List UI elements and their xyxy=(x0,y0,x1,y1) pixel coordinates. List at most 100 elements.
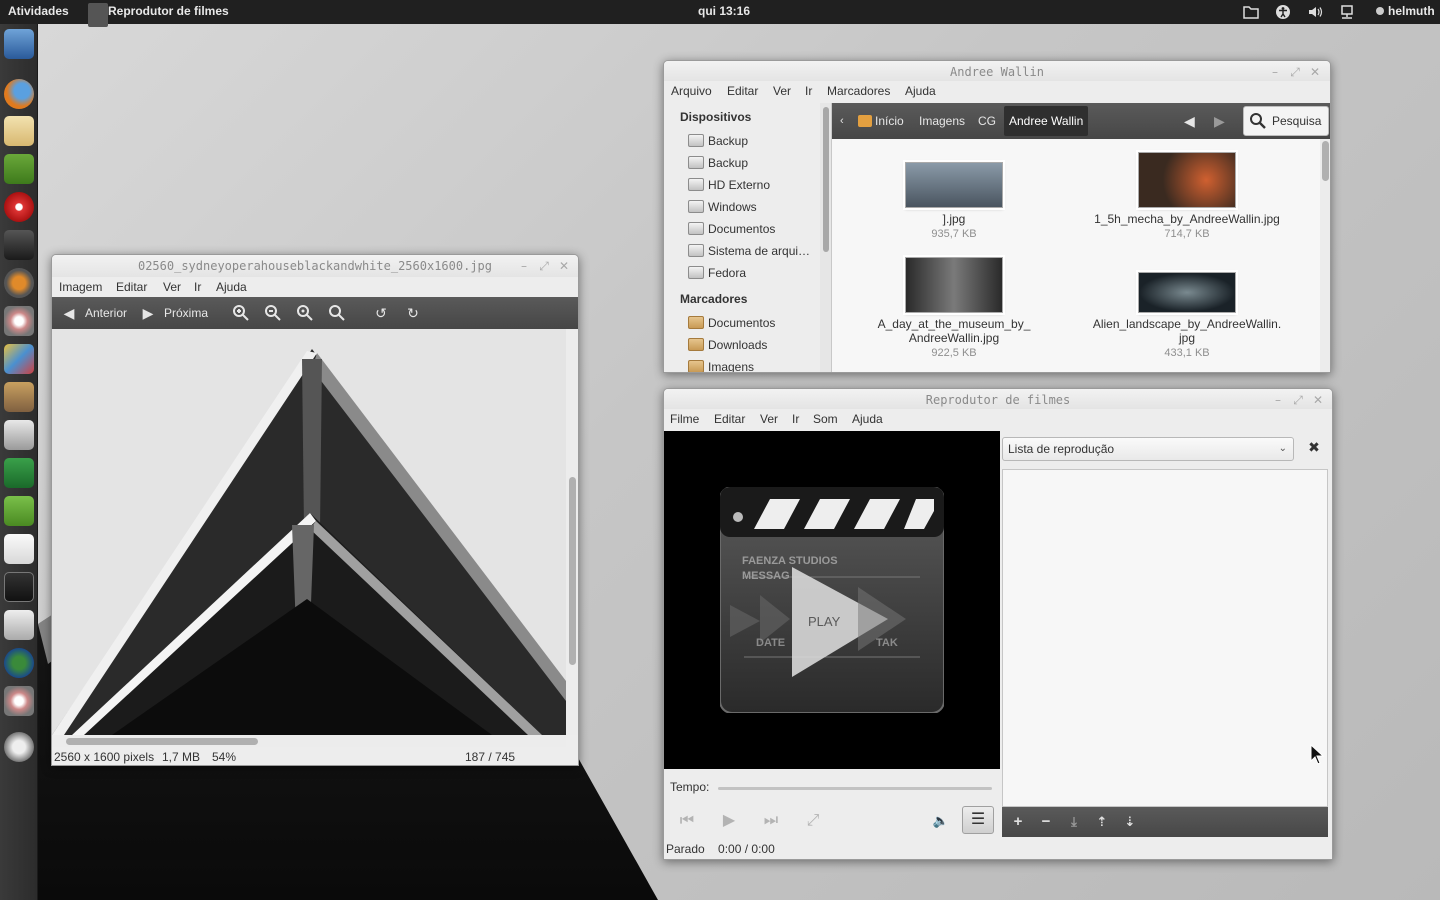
menu-som[interactable]: Som xyxy=(813,409,838,429)
menu-ir[interactable]: Ir xyxy=(194,277,201,297)
menu-ajuda[interactable]: Ajuda xyxy=(905,81,936,101)
search-button[interactable]: Pesquisa xyxy=(1243,106,1329,136)
viewer-icon[interactable] xyxy=(4,686,34,716)
accessibility-icon[interactable] xyxy=(1275,4,1291,20)
viewer-titlebar[interactable]: 02560_sydneyoperahouseblackandwhite_2560… xyxy=(52,255,578,277)
back-arrow-icon[interactable]: ◀ xyxy=(1184,103,1195,139)
menu-arquivo[interactable]: Arquivo xyxy=(671,81,712,101)
eye-of-gnome-icon[interactable] xyxy=(4,306,34,336)
file-name[interactable]: Alien_landscape_by_AndreeWallin. jpg xyxy=(1082,317,1292,345)
vertical-scrollbar[interactable] xyxy=(566,329,578,735)
settings-icon[interactable] xyxy=(4,732,34,762)
menu-editar[interactable]: Editar xyxy=(116,277,147,297)
menu-editar[interactable]: Editar xyxy=(727,81,758,101)
firefox-icon[interactable] xyxy=(4,79,34,109)
path-back-chevron-icon[interactable]: ‹ xyxy=(840,103,844,139)
file-name[interactable]: ].jpg xyxy=(849,212,1059,226)
monitor-icon[interactable] xyxy=(4,29,34,59)
zoom-normal-icon[interactable] xyxy=(296,304,314,322)
add-icon[interactable]: + xyxy=(1008,812,1028,832)
remove-icon[interactable]: − xyxy=(1036,812,1056,832)
file-thumbnail[interactable] xyxy=(1138,272,1236,313)
file-name[interactable]: A_day_at_the_museum_by_ AndreeWallin.jpg xyxy=(849,317,1059,345)
clock[interactable]: qui 13:16 xyxy=(698,0,750,24)
app-menu[interactable]: Reprodutor de filmes xyxy=(108,0,229,24)
file-thumbnail[interactable] xyxy=(905,257,1003,313)
sidebar-select[interactable]: Lista de reprodução ⌄ xyxy=(1002,437,1294,461)
volume-icon[interactable]: 🔈 xyxy=(928,809,954,833)
forward-arrow-icon[interactable]: ▶ xyxy=(1214,103,1225,139)
skip-forward-icon[interactable]: ⏭ xyxy=(758,809,784,833)
vim-icon[interactable] xyxy=(4,458,34,488)
network-icon[interactable] xyxy=(1339,4,1355,20)
scroll-thumb[interactable] xyxy=(569,477,576,665)
arrow-left-icon[interactable]: ◀ xyxy=(60,304,78,322)
menu-marcadores[interactable]: Marcadores xyxy=(827,81,890,101)
player-titlebar[interactable]: Reprodutor de filmes xyxy=(664,389,1332,409)
sidebar-item-documentos[interactable]: Documentos⏏ xyxy=(688,218,818,240)
minimize-icon[interactable]: – xyxy=(516,258,532,274)
menu-ir[interactable]: Ir xyxy=(805,81,812,101)
zoom-out-icon[interactable] xyxy=(264,304,282,322)
maximize-icon[interactable]: ⤢ xyxy=(536,258,552,274)
menu-imagem[interactable]: Imagem xyxy=(59,277,102,297)
menu-ver[interactable]: Ver xyxy=(760,409,778,429)
menu-editar[interactable]: Editar xyxy=(714,409,745,429)
path-imagens-button[interactable]: Imagens xyxy=(919,103,965,139)
move-up-icon[interactable]: ⇡ xyxy=(1092,812,1112,832)
globe-icon[interactable] xyxy=(4,648,34,678)
user-menu[interactable]: helmuth xyxy=(1376,0,1435,24)
files-titlebar[interactable]: Andree Wallin xyxy=(664,61,1330,81)
minimize-icon[interactable]: – xyxy=(1267,64,1283,80)
activities-button[interactable]: Atividades xyxy=(8,0,69,24)
close-icon[interactable]: ✕ xyxy=(1310,392,1326,408)
audio-icon[interactable] xyxy=(4,268,34,298)
sidebar-item-windows[interactable]: Windows xyxy=(688,196,818,218)
calculator-icon[interactable] xyxy=(4,420,34,450)
video-area[interactable]: FAENZA STUDIOS MESSAG DATE TAK PLAY xyxy=(664,431,1000,769)
close-sidebar-icon[interactable]: ✖ xyxy=(1306,439,1322,455)
playlist[interactable] xyxy=(1002,469,1328,807)
scroll-thumb[interactable] xyxy=(1322,141,1329,181)
file-thumbnail[interactable] xyxy=(1138,152,1236,208)
skip-back-icon[interactable]: ⏮ xyxy=(674,809,700,833)
arrow-right-icon[interactable]: ▶ xyxy=(139,304,157,322)
sidebar-item-hd-externo[interactable]: HD Externo⏏ xyxy=(688,174,818,196)
sidebar-item-backup[interactable]: Backup⏏ xyxy=(688,130,818,152)
file-manager-icon[interactable] xyxy=(4,610,34,640)
seek-slider[interactable] xyxy=(718,787,992,790)
gimp-icon[interactable] xyxy=(4,382,34,412)
video-icon[interactable] xyxy=(4,230,34,260)
sidebar-item-downloads[interactable]: Downloads xyxy=(688,334,818,356)
move-down-icon[interactable]: ⇣ xyxy=(1120,812,1140,832)
menu-ir[interactable]: Ir xyxy=(792,409,799,429)
rotate-right-icon[interactable]: ↻ xyxy=(404,304,422,322)
path-cg-button[interactable]: CG xyxy=(978,103,996,139)
maximize-icon[interactable]: ⤢ xyxy=(1287,64,1303,80)
previous-button[interactable]: Anterior xyxy=(85,297,127,329)
menu-ajuda[interactable]: Ajuda xyxy=(216,277,247,297)
qt-icon[interactable] xyxy=(4,496,34,526)
sidebar-item-imagens[interactable]: Imagens xyxy=(688,356,818,372)
scroll-thumb[interactable] xyxy=(66,738,258,745)
content-scrollbar[interactable] xyxy=(1320,139,1330,372)
menu-ver[interactable]: Ver xyxy=(163,277,181,297)
sidebar-item-documentos-bookmark[interactable]: Documentos xyxy=(688,312,818,334)
sidebar-item-backup[interactable]: Backup⏏ xyxy=(688,152,818,174)
terminal-icon[interactable] xyxy=(4,572,34,602)
save-icon[interactable]: ⤓ xyxy=(1064,812,1084,832)
maximize-icon[interactable]: ⤢ xyxy=(1290,392,1306,408)
next-button[interactable]: Próxima xyxy=(164,297,208,329)
zoom-fit-icon[interactable] xyxy=(328,304,346,322)
sidebar-item-filesystem[interactable]: Sistema de arqui… xyxy=(688,240,818,262)
file-thumbnail[interactable] xyxy=(905,162,1003,208)
file-name[interactable]: 1_5h_mecha_by_AndreeWallin.jpg xyxy=(1082,212,1292,226)
play-icon[interactable]: ▶ xyxy=(716,809,742,833)
path-current-button[interactable]: Andree Wallin xyxy=(1004,106,1089,136)
close-icon[interactable]: ✕ xyxy=(556,258,572,274)
fullscreen-icon[interactable]: ⤢ xyxy=(800,809,826,833)
sidebar-scrollbar[interactable] xyxy=(820,103,832,372)
text-editor-icon[interactable] xyxy=(4,534,34,564)
menu-ver[interactable]: Ver xyxy=(773,81,791,101)
minimize-icon[interactable]: – xyxy=(1270,392,1286,408)
